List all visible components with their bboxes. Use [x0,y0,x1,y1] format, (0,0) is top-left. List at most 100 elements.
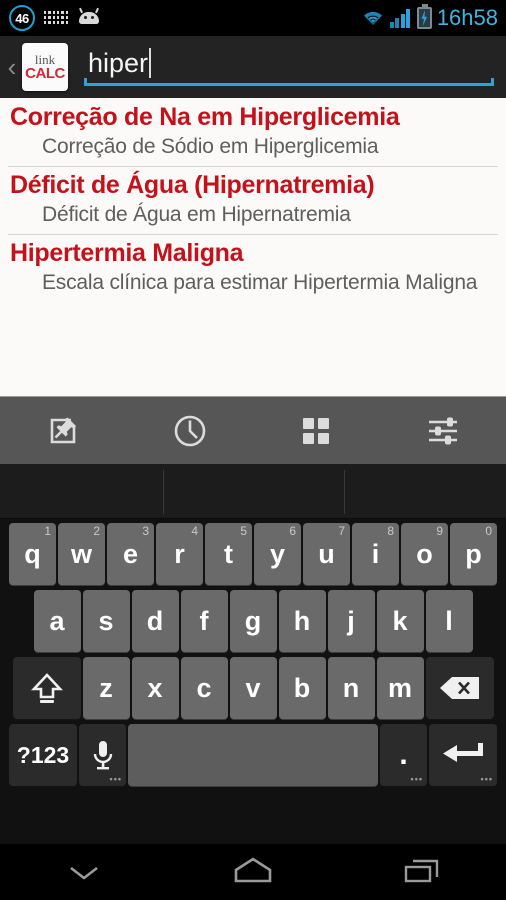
key-label: b [293,672,311,703]
result-title: Correção de Na em Hiperglicemia [10,103,400,131]
long-press-hint: ••• [480,774,493,784]
key-y[interactable]: 6 y [254,523,301,585]
nav-back-button[interactable] [0,844,169,900]
key-hint: 9 [436,524,443,538]
hide-keyboard-icon [70,866,99,880]
history-icon [174,415,206,446]
key-label: f [199,605,209,636]
key-t[interactable]: 5 t [205,523,252,585]
key-q[interactable]: 1 q [9,523,56,585]
logo-line-calc: CALC [25,64,65,82]
system-nav-bar [0,844,506,900]
status-bar: 46 16h58 [0,0,506,36]
key-period[interactable]: . ••• [380,724,427,786]
key-k[interactable]: k [376,590,424,652]
key-f[interactable]: f [180,590,228,652]
long-press-hint: ••• [410,774,423,784]
key-d[interactable]: d [131,590,179,652]
result-title: Déficit de Água (Hipernatremia) [10,171,375,199]
status-bar-right: 16h58 [361,4,506,31]
search-results-list[interactable]: Correção de Na em Hiperglicemia Correção… [0,98,506,396]
key-hint: 6 [289,524,296,538]
key-b[interactable]: b [278,657,326,719]
key-p[interactable]: 0 p [450,523,497,585]
key-label: k [392,605,408,636]
app-toolbar [0,396,506,464]
nav-recents-button[interactable] [337,844,506,900]
wifi-icon [361,8,385,28]
key-label: w [70,538,92,569]
keyboard-row-4: ?123 ••• . ••• ••• [0,724,506,786]
toolbar-button-history[interactable] [127,397,254,465]
key-z[interactable]: z [82,657,130,719]
key-label: v [245,672,261,703]
key-label: a [49,605,65,636]
key-w[interactable]: 2 w [58,523,105,585]
key-hint: 3 [142,524,149,538]
keyboard-icon [44,10,68,26]
key-j[interactable]: j [327,590,375,652]
key-backspace[interactable] [425,657,494,719]
key-s[interactable]: s [82,590,130,652]
app-bar: ‹ link CALC hiper [0,36,506,98]
key-v[interactable]: v [229,657,277,719]
status-bar-clock: 16h58 [436,5,498,30]
search-input[interactable]: hiper [88,48,148,78]
key-c[interactable]: c [180,657,228,719]
microphone-icon [93,741,112,770]
key-i[interactable]: 8 i [352,523,399,585]
keyboard-row-3: z x c v b n m [0,657,506,719]
enter-icon [443,743,483,762]
key-label: s [98,605,114,636]
key-l[interactable]: l [425,590,473,652]
soft-keyboard[interactable]: 1 q 2 w 3 e 4 r 5 t 6 y 7 u 8 i 9 o 0 p … [0,464,506,844]
key-r[interactable]: 4 r [156,523,203,585]
key-label: h [293,605,311,636]
android-icon [77,7,101,27]
search-field[interactable]: hiper [84,36,506,98]
key-label: ?123 [16,741,70,768]
suggestion-divider [344,470,345,514]
result-subtitle: Correção de Sódio em Hiperglicemia [42,135,379,158]
key-u[interactable]: 7 u [303,523,350,585]
toolbar-button-settings[interactable] [380,397,506,465]
key-e[interactable]: 3 e [107,523,154,585]
key-n[interactable]: n [327,657,375,719]
key-label: d [146,605,164,636]
suggestion-divider [163,470,164,514]
key-x[interactable]: x [131,657,179,719]
toolbar-button-grid[interactable] [253,397,380,465]
toolbar-button-pinned[interactable] [0,397,127,465]
key-label: x [147,672,163,703]
key-hint: 0 [485,524,492,538]
key-m[interactable]: m [376,657,424,719]
list-item[interactable]: Correção de Na em Hiperglicemia Correção… [0,98,506,166]
search-underline [84,78,494,86]
key-hint: 8 [387,524,394,538]
battery-charging-icon [416,4,432,29]
back-chevron-icon[interactable]: ‹ [0,36,24,98]
key-label: n [342,672,360,703]
key-label: u [318,538,335,569]
key-h[interactable]: h [278,590,326,652]
list-item[interactable]: Déficit de Água (Hipernatremia) Déficit … [0,166,506,234]
list-item[interactable]: Hipertermia Maligna Escala clínica para … [0,234,506,302]
key-hint: 7 [338,524,345,538]
key-g[interactable]: g [229,590,277,652]
key-microphone[interactable]: ••• [79,724,126,786]
key-enter[interactable]: ••• [429,724,497,786]
key-o[interactable]: 9 o [401,523,448,585]
text-caret [149,48,151,78]
key-space[interactable] [128,724,378,786]
key-label: i [371,538,380,569]
nav-home-button[interactable] [169,844,338,900]
key-label: q [24,538,41,569]
key-label: g [244,605,262,636]
key-shift[interactable] [12,657,81,719]
suggestion-strip[interactable] [0,464,506,519]
key-a[interactable]: a [33,590,81,652]
key-label: z [99,672,113,703]
result-title: Hipertermia Maligna [10,239,244,267]
app-logo[interactable]: link CALC [22,43,68,91]
key-symbols[interactable]: ?123 [9,724,77,786]
